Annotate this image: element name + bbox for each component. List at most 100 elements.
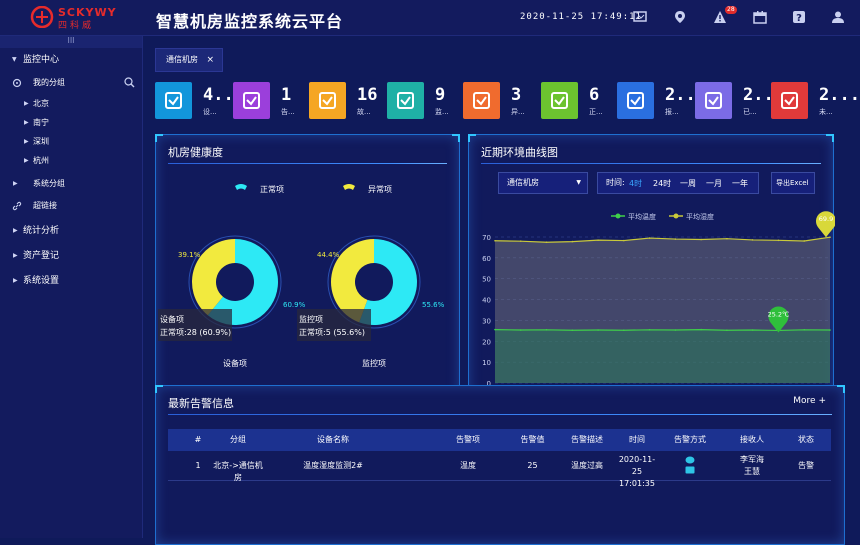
tab-close-icon[interactable]: ×	[206, 49, 214, 71]
logo-icon	[30, 6, 54, 28]
stat-card-value: 3	[511, 85, 522, 105]
stat-card[interactable]: 2... 未...	[771, 82, 860, 120]
tooltip-value: 正常项:5 (55.6%)	[299, 328, 365, 337]
stat-card[interactable]: 9 监...	[387, 82, 461, 120]
user-icon[interactable]	[831, 10, 845, 24]
stat-card-label: 故...	[357, 108, 371, 116]
table-row[interactable]: 1 北京->通信机房 温度湿度监测2# 温度 25 温度过高 告警 2020-11-25 17:…	[168, 451, 831, 488]
donut-title: 监控项	[362, 358, 386, 368]
series-point	[751, 329, 754, 331]
y-tick-label: 50	[482, 276, 491, 284]
sidebar-item-settings[interactable]: ▶ 系统设置	[0, 272, 143, 290]
series-point	[494, 239, 496, 242]
bell-icon	[233, 82, 270, 119]
donut-normal-label: 55.6%	[422, 301, 445, 309]
alert-method-cell	[660, 456, 720, 474]
table-cell: 北京->通信机房	[213, 461, 263, 482]
stat-card-value: 1	[281, 85, 292, 105]
column-header: 分组	[230, 435, 246, 444]
select-caret-icon: ▼	[576, 179, 581, 186]
sidebar-item-assets[interactable]: ▶ 资产登记	[0, 247, 143, 265]
series-point	[519, 329, 522, 331]
series-point	[648, 329, 651, 331]
sidebar-group-hangzhou[interactable]: ▶ 杭州	[0, 152, 143, 170]
stat-card[interactable]: 16 故...	[309, 82, 383, 120]
series-point	[571, 329, 574, 332]
export-button[interactable]: 导出Excel	[771, 172, 815, 194]
sidebar-item-label: 统计分析	[23, 226, 60, 236]
table-cell: 温度湿度监测2#	[303, 461, 363, 470]
y-tick-label: 70	[482, 234, 491, 242]
stat-card-label: 正...	[589, 108, 603, 116]
series-point	[597, 329, 599, 331]
stat-card[interactable]: 4... 设...	[155, 82, 244, 120]
series-point	[803, 240, 806, 242]
series-point	[726, 237, 728, 240]
series-point	[545, 329, 548, 331]
svg-text:69.9: 69.9	[819, 215, 833, 223]
link-icon	[12, 201, 22, 211]
warn-icon	[309, 82, 346, 119]
room-select[interactable]: 通信机房 ▼	[498, 172, 588, 194]
sidebar-group-nanning[interactable]: ▶ 南宁	[0, 114, 143, 132]
series-point	[545, 241, 548, 244]
time-opt-4h[interactable]: 4时	[629, 178, 642, 189]
env-line-chart: 01020304050607013:4914:0714:2514:4315:01…	[482, 211, 835, 395]
stat-card[interactable]: 2... 报...	[617, 82, 706, 120]
time-opt-week[interactable]: 一周	[680, 178, 696, 189]
stat-card[interactable]: 6 正...	[541, 82, 615, 120]
help-icon[interactable]: ?	[792, 10, 806, 24]
stat-card-value: 16	[357, 85, 378, 105]
time-date: 2020-11-25	[618, 455, 656, 476]
table-cell: 告警	[798, 461, 814, 470]
sidebar-item-monitor-center[interactable]: ▼ 监控中心	[0, 51, 143, 69]
health-panel: 机房健康度 正常项 异常项 60.9% 39.1% 设备项 设备项 正常项:28 (60…	[155, 134, 460, 409]
series-point	[751, 239, 754, 241]
series-point	[623, 329, 625, 332]
caret-right-icon: ▶	[24, 119, 29, 126]
sidebar-group-shenzhen[interactable]: ▶ 深圳	[0, 133, 143, 151]
humidity-max-pin: 69.9	[816, 211, 835, 238]
stat-card[interactable]: 1 告...	[233, 82, 307, 120]
stat-card-label: 已...	[743, 108, 757, 116]
tooltip-title: 设备项	[160, 314, 184, 324]
sidebar: III ▼ 监控中心 我的分组 ▶ 北京 ▶ 南宁 ▶ 深圳 ▶ 杭州 ▶ 系统分组 超链…	[0, 36, 143, 538]
column-header: 状态	[798, 435, 814, 444]
search-icon[interactable]	[124, 77, 135, 88]
sidebar-collapse-button[interactable]: III	[0, 36, 142, 48]
logo-text-cn: 四科威	[58, 21, 95, 31]
tab-room[interactable]: 通信机房 ×	[155, 48, 223, 72]
legend-label: 平均温度	[628, 212, 656, 221]
table-cell: 温度	[460, 461, 476, 470]
donut-tooltip: 设备项正常项:28 (60.9%)	[158, 309, 232, 341]
time-opt-year[interactable]: 一年	[732, 178, 748, 189]
sidebar-group-beijing[interactable]: ▶ 北京	[0, 95, 143, 113]
table-cell-time: 2020-11-25 17:01:35	[614, 454, 660, 490]
main-content: 通信机房 × 4... 设... 1 告... 16 故... 9 监... 3 异... 6 正..…	[144, 36, 860, 545]
tab-label: 通信机房	[166, 55, 198, 64]
calendar-icon[interactable]	[753, 10, 767, 24]
time-opt-24h[interactable]: 24时	[653, 178, 671, 189]
time-opt-month[interactable]: 一月	[706, 178, 722, 189]
location-icon[interactable]	[673, 10, 687, 24]
sidebar-item-hyperlink[interactable]: 超链接	[0, 197, 143, 215]
sidebar-item-stats[interactable]: ▶ 统计分析	[0, 222, 143, 240]
donut-normal-label: 60.9%	[283, 301, 306, 309]
receiver-name: 王慧	[744, 467, 760, 476]
sidebar-item-system-group[interactable]: ▶ 系统分组	[0, 175, 143, 193]
legend-label: 平均湿度	[686, 212, 714, 221]
top-bar: SCKYWY 四科威 智慧机房监控系统云平台 2020-11-25 17:49:…	[0, 0, 860, 36]
stat-card-label: 告...	[281, 108, 295, 116]
more-link[interactable]: More +	[793, 396, 826, 406]
sidebar-item-my-group[interactable]: 我的分组	[0, 74, 143, 92]
sidebar-item-label: 资产登记	[23, 251, 60, 261]
group-icon	[12, 78, 22, 88]
column-header: 告警项	[456, 435, 480, 444]
screen-icon[interactable]	[633, 10, 647, 24]
stat-card[interactable]: 2... 已...	[695, 82, 784, 120]
wechat-icon	[685, 456, 695, 464]
series-point	[726, 329, 728, 332]
tooltip-value: 正常项:28 (60.9%)	[160, 328, 231, 337]
stat-card[interactable]: 3 异...	[463, 82, 537, 120]
column-header: 告警描述	[571, 435, 603, 444]
